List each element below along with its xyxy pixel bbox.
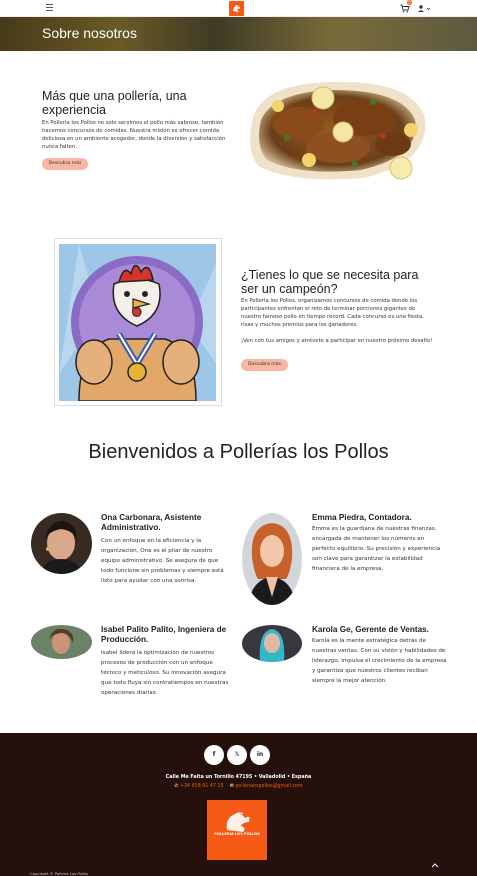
footer-email[interactable]: polleriaospollos@gmail.com bbox=[235, 784, 302, 789]
member-bio: Con un enfoque en la eficiencia y la org… bbox=[101, 538, 224, 584]
member-name: Emma Piedra, Contadora. bbox=[312, 513, 412, 522]
phone-icon: ✆ bbox=[174, 784, 179, 789]
section-title: ¿Tienes lo que se necesita para ser un c… bbox=[241, 268, 419, 296]
avatar bbox=[242, 513, 302, 605]
member-name: Ona Carbonara, Asistente Administrativo. bbox=[101, 513, 202, 532]
cart-icon[interactable] bbox=[400, 4, 410, 13]
page-title: Sobre nosotros bbox=[42, 25, 137, 41]
footer-logo-text: POLLERIA LOS POLLOS bbox=[214, 832, 260, 836]
footer-address: Calle Me Falta un Tornillo 47195 • Valla… bbox=[165, 775, 312, 780]
section-cta-text: ¡Ven con tus amigos y atrévete a partici… bbox=[241, 338, 433, 344]
email-icon: ✉ bbox=[229, 784, 234, 789]
welcome-heading: Bienvenidos a Pollerías los Pollos bbox=[88, 441, 389, 463]
logo-icon[interactable] bbox=[229, 1, 244, 16]
footer-logo[interactable]: POLLERIA LOS POLLOS bbox=[207, 800, 267, 860]
copyright-text: Copyright © Pollería Los Pollos bbox=[30, 871, 89, 876]
x-twitter-icon[interactable]: 𝕏 bbox=[227, 745, 247, 765]
footer-contact: ✆ +34 658 91 47 15 ✉ polleriaospollos@gm… bbox=[0, 784, 477, 789]
avatar bbox=[31, 625, 92, 659]
rooster-logo-icon bbox=[226, 812, 250, 832]
menu-icon[interactable] bbox=[46, 4, 53, 11]
member-name: Isabel Palito Palito, Ingeniera de Produ… bbox=[101, 625, 227, 644]
section-text: En Pollería los Pollos no solo servimos … bbox=[42, 120, 226, 150]
cart-count-badge: 0 bbox=[407, 0, 412, 5]
avatar bbox=[242, 625, 302, 662]
member-bio: Isabel lidera la optimización de nuestro… bbox=[101, 650, 229, 696]
scroll-to-top-icon[interactable] bbox=[431, 862, 439, 868]
top-navbar: 0 bbox=[0, 0, 477, 17]
member-bio: Emma es la guardiana de nuestras finanza… bbox=[312, 526, 441, 572]
discover-more-button[interactable]: Descubra más bbox=[42, 158, 88, 170]
linkedin-icon[interactable]: in bbox=[250, 745, 270, 765]
discover-more-button[interactable]: Descubra más bbox=[241, 359, 288, 371]
section-text: En Pollería los Pollos, organizamos conc… bbox=[241, 298, 424, 328]
rooster-champion-image bbox=[59, 244, 216, 401]
user-icon[interactable] bbox=[417, 4, 431, 13]
footer-phone[interactable]: +34 658 91 47 15 bbox=[180, 784, 224, 789]
section-title: Más que una pollería, una experiencia bbox=[42, 89, 187, 117]
chicken-dish-image bbox=[249, 81, 426, 180]
facebook-icon[interactable]: f bbox=[204, 745, 224, 765]
member-name: Karola Ge, Gerente de Ventas. bbox=[312, 625, 429, 634]
hero-banner: Sobre nosotros bbox=[0, 17, 477, 51]
member-bio: Karola es la mente estratégica detrás de… bbox=[312, 638, 447, 684]
avatar bbox=[31, 513, 92, 574]
